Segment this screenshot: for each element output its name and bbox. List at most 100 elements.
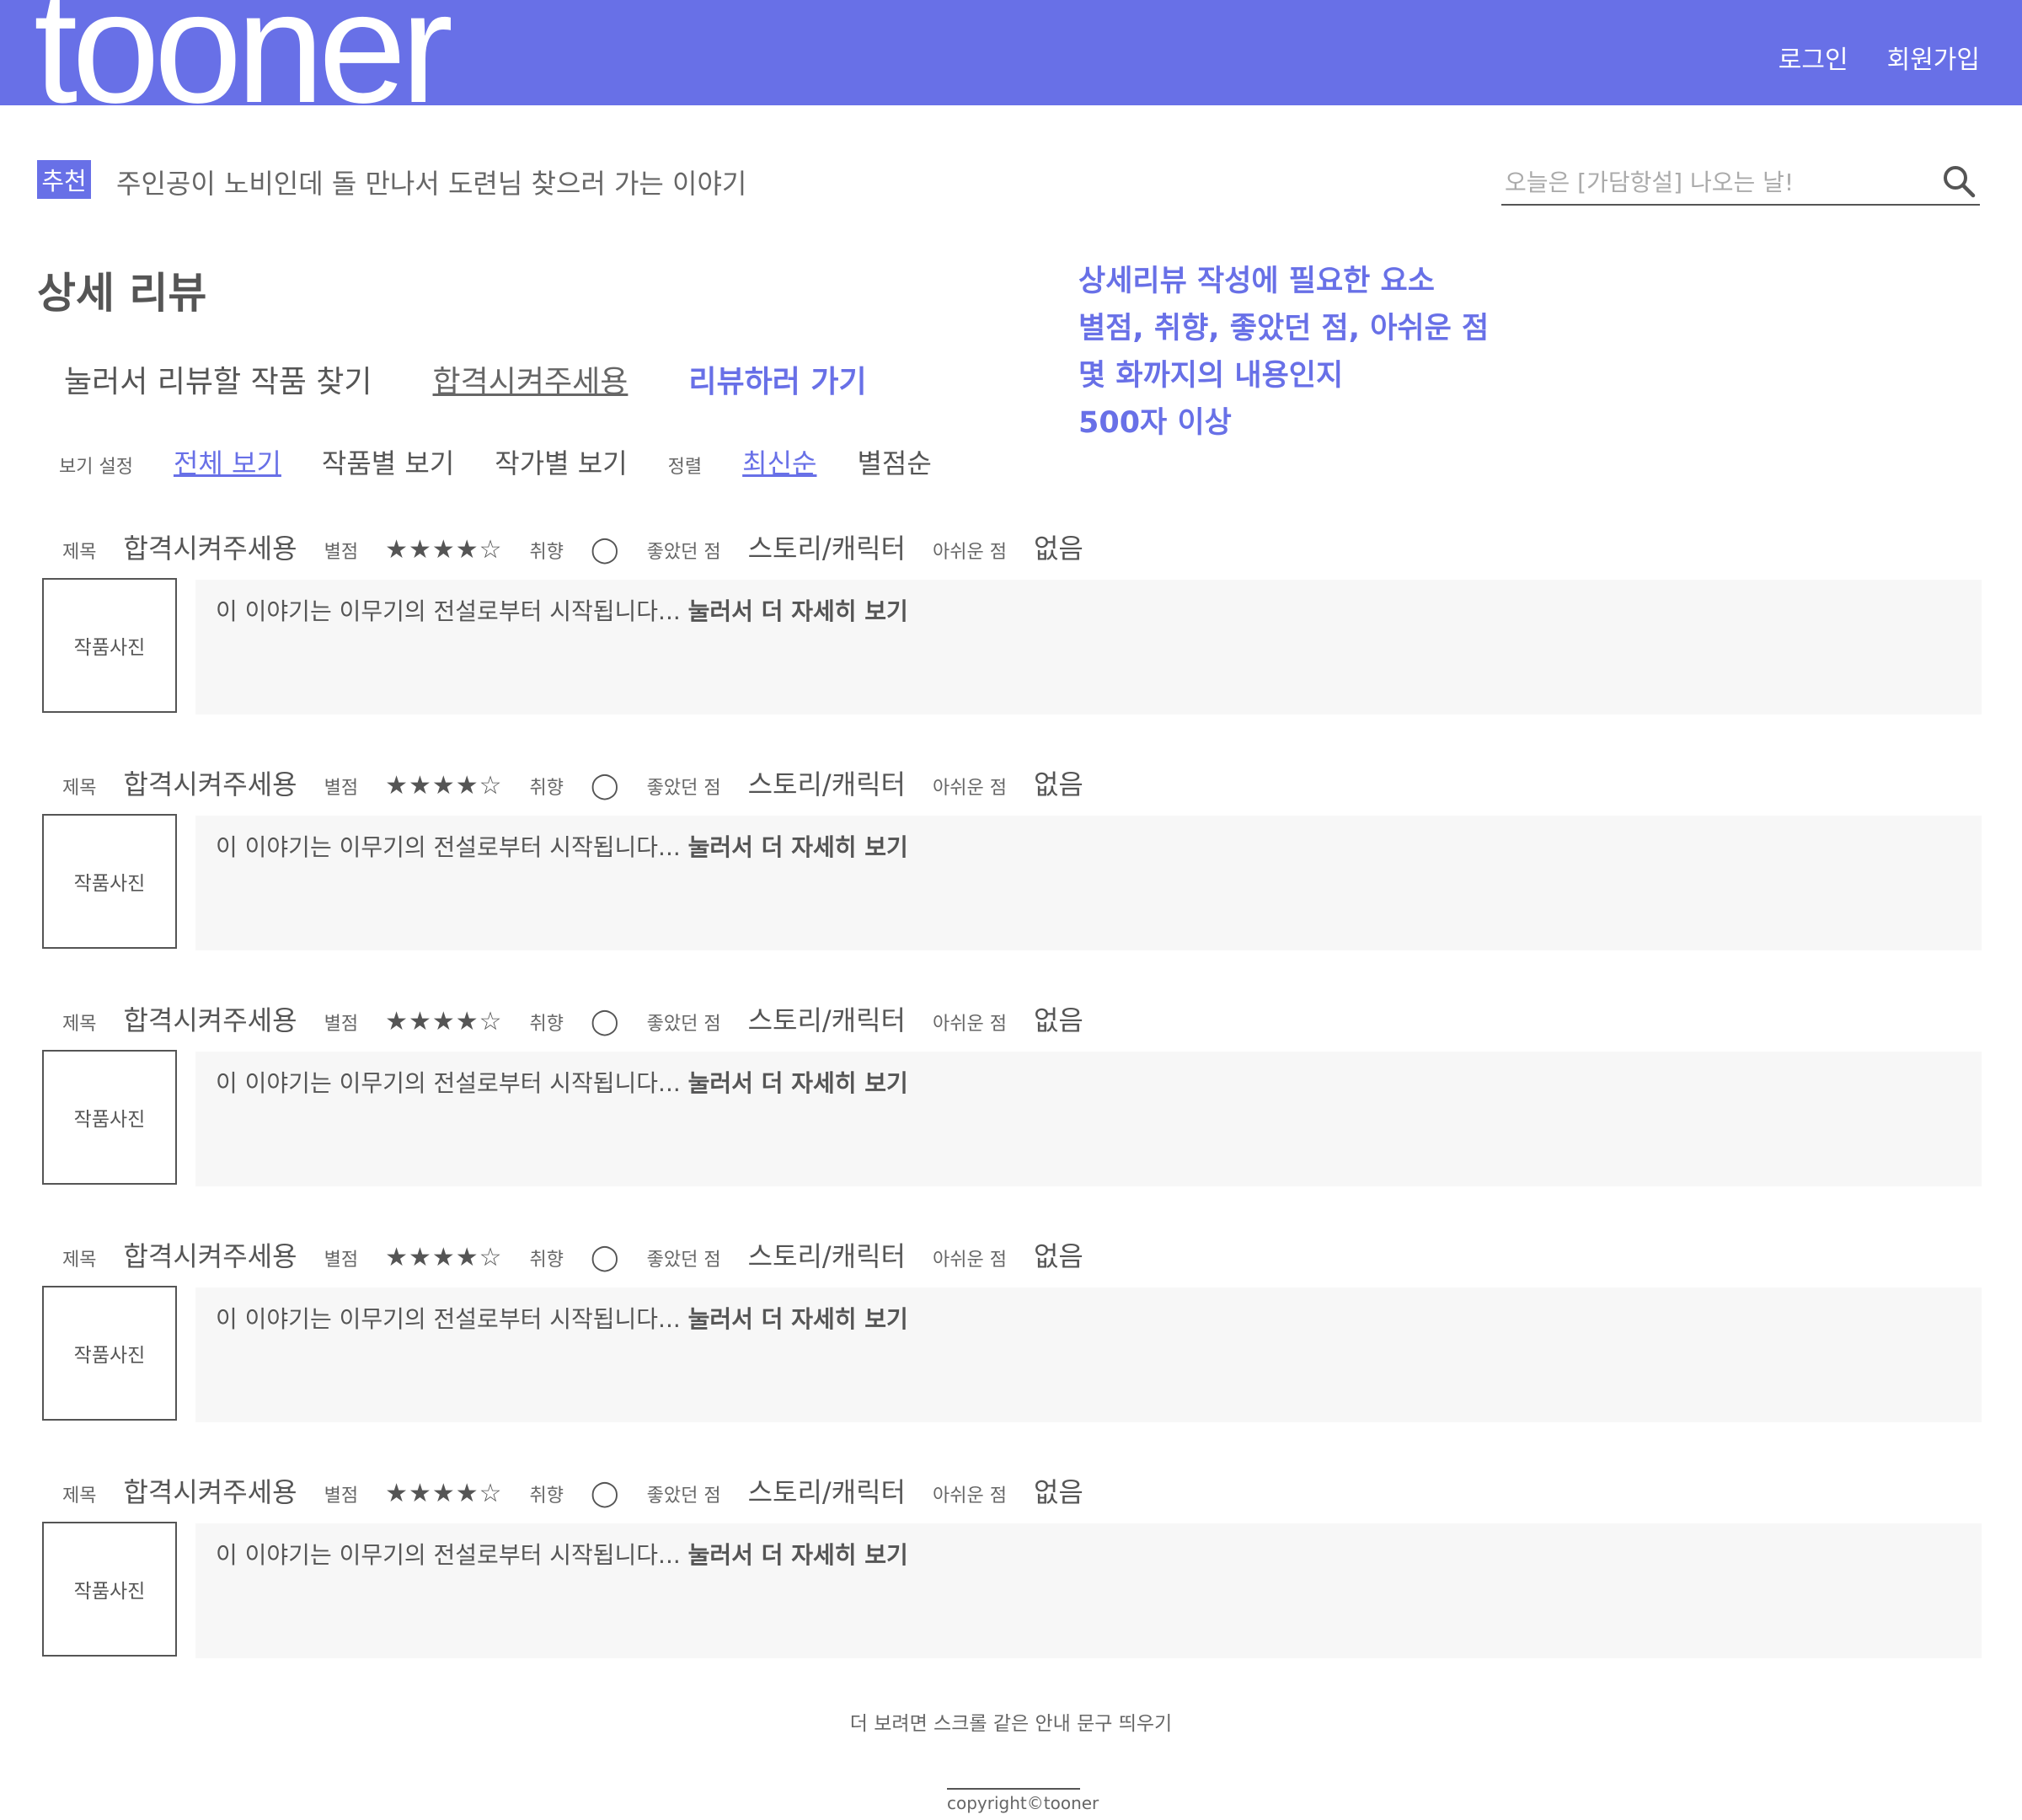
review-title[interactable]: 합격시켜주세용 [123,1235,297,1274]
liked-value: 스토리/캐릭터 [747,1240,906,1272]
star-rating: ★★★★☆ [385,1479,503,1508]
review-item: 제목 합격시켜주세용 별점 ★★★★☆ 취향 ◯ 좋았던 점 스토리/캐릭터 아… [0,516,2022,752]
note-line: 별점, 취향, 좋았던 점, 아쉬운 점 [1078,312,1490,345]
disliked-label: 아쉬운 점 [933,542,1007,563]
taste-value: ◯ [591,1243,620,1272]
login-link[interactable]: 로그인 [1779,39,1848,76]
disliked-value: 없음 [1033,768,1083,800]
sort-latest-option[interactable]: 최신순 [742,442,816,481]
read-more-link[interactable]: 눌러서 더 자세히 보기 [688,833,908,861]
selected-work-link[interactable]: 합격시켜주세용 [433,357,629,401]
review-item: 제목 합격시켜주세용 별점 ★★★★☆ 취향 ◯ 좋았던 점 스토리/캐릭터 아… [0,1223,2022,1459]
title-label: 제목 [62,542,97,563]
taste-label: 취향 [529,1485,564,1507]
disliked-value: 없음 [1033,1004,1083,1036]
review-title[interactable]: 합격시켜주세용 [123,1471,297,1510]
disliked-label: 아쉬운 점 [933,1485,1007,1507]
star-rating: ★★★★☆ [385,1243,503,1272]
disliked-label: 아쉬운 점 [933,778,1007,799]
review-meta: 제목 합격시켜주세용 별점 ★★★★☆ 취향 ◯ 좋았던 점 스토리/캐릭터 아… [62,999,1083,1038]
view-setting-label: 보기 설정 [59,457,133,478]
read-more-link[interactable]: 눌러서 더 자세히 보기 [688,1069,908,1097]
review-meta: 제목 합격시켜주세용 별점 ★★★★☆ 취향 ◯ 좋았던 점 스토리/캐릭터 아… [62,527,1083,566]
taste-label: 취향 [529,1014,564,1035]
view-all-option[interactable]: 전체 보기 [174,442,281,481]
disliked-value: 없음 [1033,1240,1083,1272]
taste-value: ◯ [591,771,620,800]
liked-label: 좋았던 점 [646,1014,721,1035]
work-photo[interactable]: 작품사진 [42,578,177,713]
copyright: copyright©tooner [947,1788,1099,1813]
rating-label: 별점 [324,778,359,799]
star-rating: ★★★★☆ [385,535,503,565]
sort-rating-option[interactable]: 별점순 [857,442,931,481]
review-title[interactable]: 합격시켜주세용 [123,999,297,1038]
search-bar [1501,153,1980,206]
excerpt-text: 이 이야기는 이무기의 전설로부터 시작됩니다... [216,1305,681,1333]
title-label: 제목 [62,1250,97,1271]
work-photo[interactable]: 작품사진 [42,1286,177,1421]
liked-label: 좋았던 점 [646,1485,721,1507]
disliked-label: 아쉬운 점 [933,1014,1007,1035]
note-line: 몇 화까지의 내용인지 [1078,359,1344,393]
excerpt-text: 이 이야기는 이무기의 전설로부터 시작됩니다... [216,1069,681,1097]
liked-value: 스토리/캐릭터 [747,1004,906,1036]
find-work-button[interactable]: 눌러서 리뷰할 작품 찾기 [64,357,372,401]
liked-label: 좋았던 점 [646,542,721,563]
review-requirements-note: 상세리뷰 작성에 필요한 요소 별점, 취향, 좋았던 점, 아쉬운 점 몇 화… [1078,258,1489,447]
title-label: 제목 [62,778,97,799]
liked-label: 좋았던 점 [646,778,721,799]
taste-value: ◯ [591,1479,620,1508]
go-review-button[interactable]: 리뷰하러 가기 [688,357,866,401]
scroll-hint: 더 보려면 스크롤 같은 안내 문구 띄우기 [849,1713,1173,1735]
review-excerpt[interactable]: 이 이야기는 이무기의 전설로부터 시작됩니다... 눌러서 더 자세히 보기 [195,1052,1982,1186]
search-icon[interactable] [1941,163,1977,199]
disliked-label: 아쉬운 점 [933,1250,1007,1271]
liked-value: 스토리/캐릭터 [747,533,906,565]
rating-label: 별점 [324,1250,359,1271]
review-item: 제목 합격시켜주세용 별점 ★★★★☆ 취향 ◯ 좋았던 점 스토리/캐릭터 아… [0,988,2022,1223]
excerpt-text: 이 이야기는 이무기의 전설로부터 시작됩니다... [216,597,681,625]
page-title: 상세 리뷰 [37,269,207,318]
excerpt-text: 이 이야기는 이무기의 전설로부터 시작됩니다... [216,1541,681,1569]
review-excerpt[interactable]: 이 이야기는 이무기의 전설로부터 시작됩니다... 눌러서 더 자세히 보기 [195,1287,1982,1422]
recommend-text[interactable]: 주인공이 노비인데 돌 만나서 도련님 찾으러 가는 이야기 [116,163,746,201]
read-more-link[interactable]: 눌러서 더 자세히 보기 [688,597,908,625]
read-more-link[interactable]: 눌러서 더 자세히 보기 [688,1305,908,1333]
work-photo[interactable]: 작품사진 [42,1050,177,1185]
rating-label: 별점 [324,1014,359,1035]
view-by-work-option[interactable]: 작품별 보기 [322,442,454,481]
rating-label: 별점 [324,542,359,563]
review-item: 제목 합격시켜주세용 별점 ★★★★☆ 취향 ◯ 좋았던 점 스토리/캐릭터 아… [0,752,2022,988]
review-list: 제목 합격시켜주세용 별점 ★★★★☆ 취향 ◯ 좋았던 점 스토리/캐릭터 아… [0,516,2022,1695]
taste-label: 취향 [529,542,564,563]
view-filter-bar: 보기 설정 전체 보기 작품별 보기 작가별 보기 정렬 최신순 별점순 [59,442,932,481]
logo[interactable]: tooner [34,0,453,105]
view-by-author-option[interactable]: 작가별 보기 [495,442,627,481]
star-rating: ★★★★☆ [385,771,503,800]
work-photo[interactable]: 작품사진 [42,814,177,949]
taste-label: 취향 [529,778,564,799]
review-item: 제목 합격시켜주세용 별점 ★★★★☆ 취향 ◯ 좋았던 점 스토리/캐릭터 아… [0,1459,2022,1695]
review-excerpt[interactable]: 이 이야기는 이무기의 전설로부터 시작됩니다... 눌러서 더 자세히 보기 [195,580,1982,715]
read-more-link[interactable]: 눌러서 더 자세히 보기 [688,1541,908,1569]
review-meta: 제목 합격시켜주세용 별점 ★★★★☆ 취향 ◯ 좋았던 점 스토리/캐릭터 아… [62,1471,1083,1510]
review-title[interactable]: 합격시켜주세용 [123,527,297,566]
review-title[interactable]: 합격시켜주세용 [123,763,297,802]
signup-link[interactable]: 회원가입 [1887,39,1980,76]
liked-value: 스토리/캐릭터 [747,1476,906,1508]
auth-nav: 로그인 회원가입 [1779,39,1980,76]
note-line: 상세리뷰 작성에 필요한 요소 [1078,265,1435,298]
taste-value: ◯ [591,535,620,565]
review-meta: 제목 합격시켜주세용 별점 ★★★★☆ 취향 ◯ 좋았던 점 스토리/캐릭터 아… [62,1235,1083,1274]
star-rating: ★★★★☆ [385,1007,503,1036]
review-meta: 제목 합격시켜주세용 별점 ★★★★☆ 취향 ◯ 좋았던 점 스토리/캐릭터 아… [62,763,1083,802]
taste-value: ◯ [591,1007,620,1036]
review-excerpt[interactable]: 이 이야기는 이무기의 전설로부터 시작됩니다... 눌러서 더 자세히 보기 [195,1523,1982,1658]
review-excerpt[interactable]: 이 이야기는 이무기의 전설로부터 시작됩니다... 눌러서 더 자세히 보기 [195,816,1982,950]
recommend-badge: 추천 [37,160,91,199]
liked-value: 스토리/캐릭터 [747,768,906,800]
search-input[interactable] [1501,163,1923,201]
work-photo[interactable]: 작품사진 [42,1522,177,1657]
sort-label: 정렬 [667,457,703,478]
